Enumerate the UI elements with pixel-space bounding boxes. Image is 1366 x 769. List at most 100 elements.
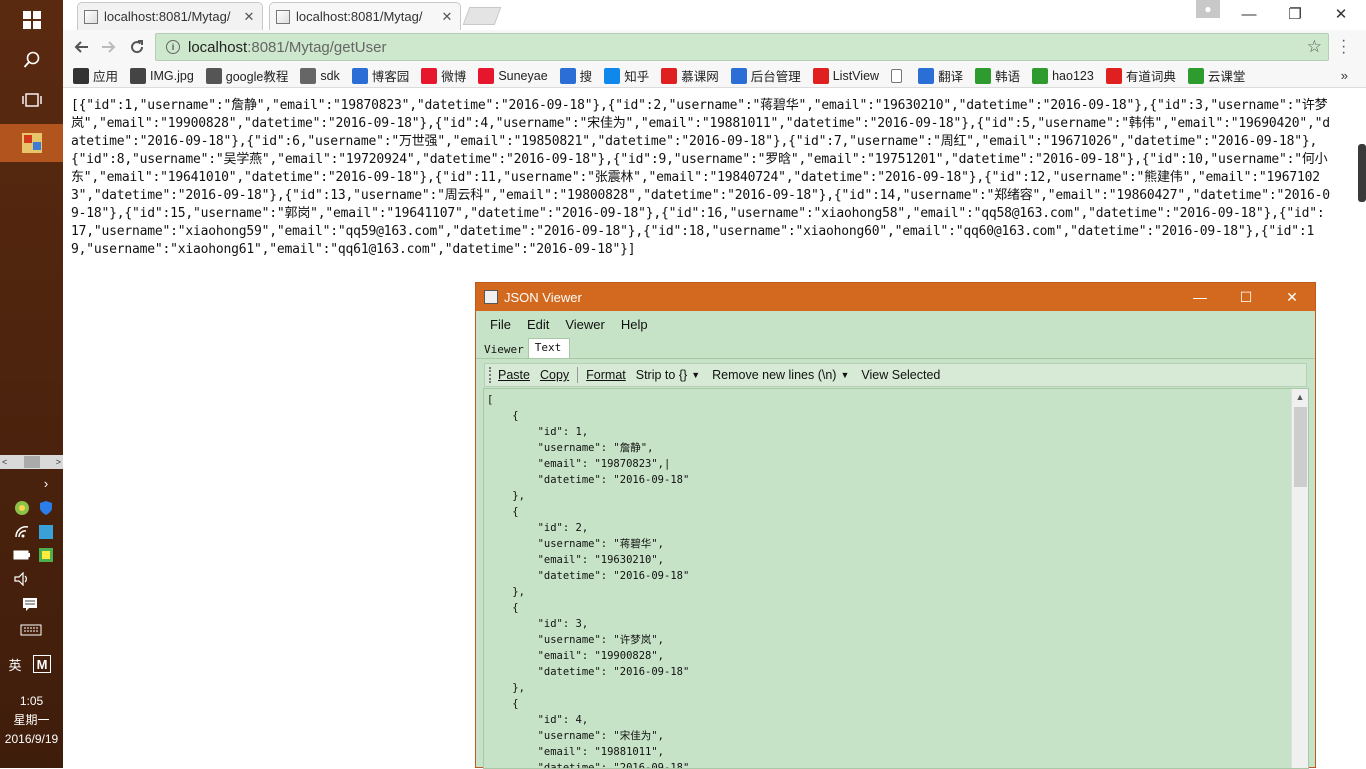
strip-dropdown-icon[interactable]: ▼	[691, 370, 700, 380]
bookmark-star-icon[interactable]: ☆	[1307, 37, 1322, 57]
show-hidden-icons-button[interactable]: ›	[37, 474, 55, 492]
json-viewer-window: JSON Viewer — ☐ ✕ File Edit Viewer Help …	[475, 282, 1316, 769]
editor-scroll-thumb[interactable]	[1294, 407, 1307, 487]
new-tab-button[interactable]	[462, 7, 502, 25]
bookmark-item[interactable]: google教程	[205, 66, 289, 85]
reload-button[interactable]	[125, 36, 149, 58]
page-icon	[891, 68, 903, 83]
shield-icon[interactable]	[37, 499, 55, 517]
browser-toolbar: i localhost:8081/Mytag/getUser ☆ · · ·	[63, 30, 1366, 64]
bookmark-label: sdk	[320, 68, 340, 83]
more-bookmarks-icon[interactable]: »	[1341, 68, 1348, 83]
editor-scrollbar[interactable]: ▲	[1291, 389, 1308, 768]
bookmark-item[interactable]: 微博	[421, 66, 466, 85]
keyboard-icon[interactable]	[19, 621, 43, 639]
browser-tab-1[interactable]: localhost:8081/Mytag/ ✕	[77, 2, 263, 30]
weibo-icon	[421, 67, 438, 84]
bookmark-item[interactable]: ListView	[812, 67, 879, 84]
menu-viewer[interactable]: Viewer	[565, 317, 605, 332]
bookmark-item[interactable]: Suneyae	[478, 67, 548, 84]
chrome-menu-icon[interactable]: · · ·	[1341, 33, 1346, 61]
bookmark-item[interactable]: 有道词典	[1105, 66, 1176, 85]
scroll-right-icon[interactable]: >	[56, 457, 61, 467]
bookmark-item[interactable]: 后台管理	[730, 66, 801, 85]
windows-taskbar: < > › 英 M 1:05 星期一 2016/9/19	[0, 0, 63, 768]
user-profile-icon[interactable]: ●	[1196, 0, 1220, 18]
page-scrollbar-thumb[interactable]	[1358, 144, 1366, 202]
bookmark-item[interactable]: 韩语	[975, 66, 1020, 85]
forward-button[interactable]	[97, 36, 121, 58]
taskbar-app-chrome[interactable]	[0, 124, 63, 162]
tab-text[interactable]: Text	[527, 338, 571, 358]
bookmark-item[interactable]: 搜	[559, 66, 592, 85]
bookmark-item[interactable]	[891, 68, 906, 83]
close-tab-icon[interactable]: ✕	[242, 9, 256, 25]
bookmark-item[interactable]: 应用	[73, 66, 118, 85]
action-center-icon[interactable]	[21, 595, 39, 613]
bookmark-item[interactable]: 博客园	[351, 66, 410, 85]
menu-edit[interactable]: Edit	[527, 317, 549, 332]
korean-icon	[975, 67, 992, 84]
bookmark-label: 博客园	[371, 70, 410, 84]
url-path: :8081/Mytag/getUser	[247, 38, 387, 56]
bookmark-item[interactable]: 翻译	[918, 66, 963, 85]
viewer-maximize-button[interactable]: ☐	[1223, 283, 1269, 311]
tray-app-icon-2[interactable]	[37, 523, 55, 541]
bookmarks-bar: 应用 IMG.jpg google教程 sdk 博客园 微博 Suneyae 搜 知乎 慕课网 后台…	[63, 64, 1366, 88]
minimize-button[interactable]: —	[1226, 0, 1272, 28]
bookmark-item[interactable]: 知乎	[604, 66, 649, 85]
scroll-up-icon[interactable]: ▲	[1292, 389, 1308, 405]
loading-icon	[300, 67, 317, 84]
system-clock[interactable]: 1:05 星期一 2016/9/19	[0, 692, 63, 749]
toolbar-grip[interactable]	[489, 367, 492, 383]
task-view-button[interactable]	[0, 80, 63, 120]
close-tab-icon[interactable]: ✕	[440, 9, 454, 25]
restore-button[interactable]: ❐	[1272, 0, 1318, 28]
translate-icon	[918, 67, 935, 84]
bookmark-item[interactable]: 慕课网	[661, 66, 719, 85]
bookmark-item[interactable]: hao123	[1032, 67, 1094, 84]
volume-icon[interactable]	[13, 570, 31, 588]
format-button[interactable]: Format	[586, 368, 626, 382]
forward-arrow-icon	[102, 41, 116, 53]
menu-help[interactable]: Help	[621, 317, 648, 332]
json-text-editor[interactable]: [ { "id": 1, "username": "詹静", "email": …	[483, 388, 1309, 769]
viewer-titlebar[interactable]: JSON Viewer — ☐ ✕	[476, 283, 1315, 311]
bookmark-label: 有道词典	[1125, 70, 1176, 84]
ime-language-label[interactable]: 英	[6, 655, 24, 673]
taskbar-scrollbar[interactable]: < >	[0, 455, 63, 469]
flame-icon	[661, 67, 678, 84]
start-button[interactable]	[0, 0, 63, 40]
view-selected-button[interactable]: View Selected	[861, 368, 940, 382]
clock-day: 星期一	[13, 713, 50, 727]
bookmark-label: google教程	[225, 70, 289, 84]
tray-app-icon-3[interactable]	[37, 546, 55, 564]
bookmark-item[interactable]: sdk	[300, 67, 340, 84]
menu-file[interactable]: File	[490, 317, 511, 332]
scroll-thumb[interactable]	[23, 456, 40, 468]
strip-button[interactable]: Strip to {}	[636, 368, 687, 382]
tray-app-icon[interactable]	[13, 499, 31, 517]
url-text: localhost:8081/Mytag/getUser	[188, 39, 1307, 56]
bookmark-item[interactable]: 云课堂	[1187, 66, 1245, 85]
site-info-icon[interactable]: i	[166, 40, 180, 54]
close-window-button[interactable]: ✕	[1318, 0, 1364, 28]
bookmark-label: Suneyae	[498, 68, 548, 83]
viewer-minimize-button[interactable]: —	[1177, 283, 1223, 311]
paste-button[interactable]: Paste	[498, 368, 530, 382]
copy-button[interactable]: Copy	[540, 368, 569, 382]
viewer-toolbar: Paste Copy Format Strip to {} ▼ Remove n…	[484, 363, 1307, 387]
ime-mode-label[interactable]: M	[33, 655, 51, 673]
wifi-icon[interactable]	[13, 523, 31, 541]
remove-newlines-dropdown-icon[interactable]: ▼	[840, 370, 849, 380]
address-bar[interactable]: i localhost:8081/Mytag/getUser ☆	[155, 33, 1329, 61]
viewer-close-button[interactable]: ✕	[1269, 283, 1315, 311]
bookmark-item[interactable]: IMG.jpg	[130, 67, 194, 84]
remove-newlines-button[interactable]: Remove new lines (\n)	[712, 368, 836, 382]
battery-icon[interactable]	[13, 546, 31, 564]
tab-viewer[interactable]: Viewer	[480, 341, 528, 358]
browser-tab-2[interactable]: localhost:8081/Mytag/ ✕	[269, 2, 461, 30]
back-button[interactable]	[69, 36, 93, 58]
search-button[interactable]	[0, 40, 63, 80]
scroll-left-icon[interactable]: <	[2, 457, 7, 467]
